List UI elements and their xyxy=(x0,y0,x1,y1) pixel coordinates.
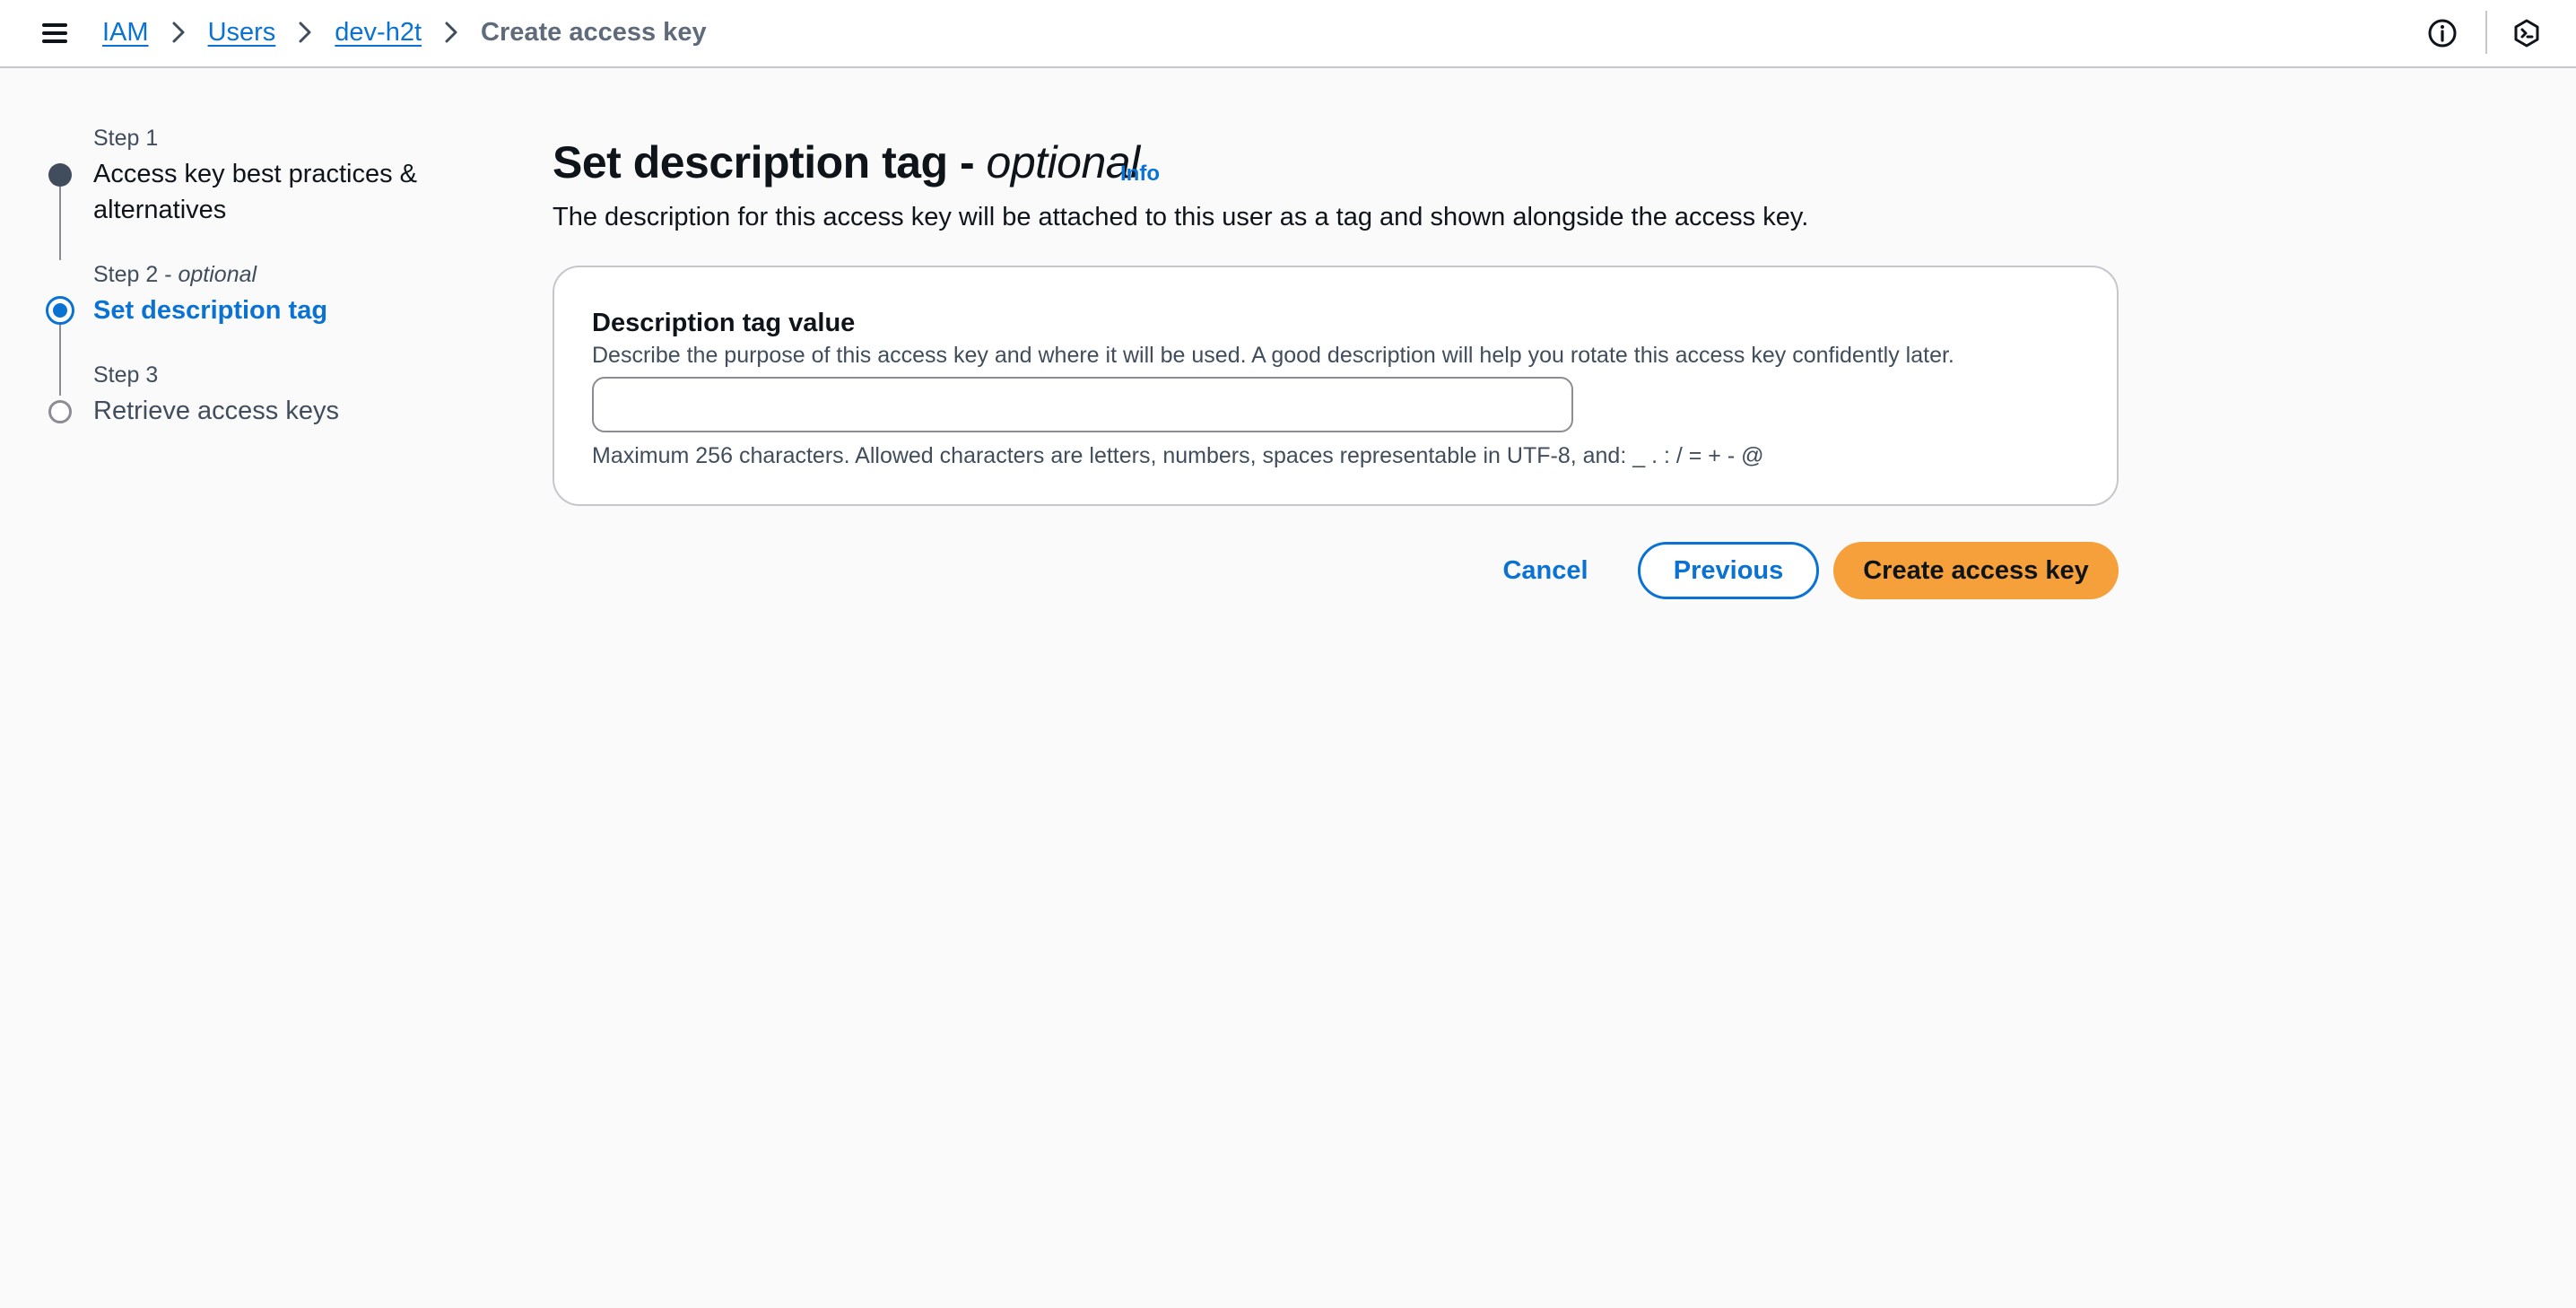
cancel-button[interactable]: Cancel xyxy=(1478,542,1613,599)
step-1-title[interactable]: Access key best practices & alternatives xyxy=(93,156,452,228)
step-2-label: Step 2 - optional xyxy=(93,262,257,287)
top-navigation-bar: IAM Users dev-h2t Create access key xyxy=(0,0,2576,68)
info-link[interactable]: Info xyxy=(1120,161,1160,187)
step-pending-dot-icon xyxy=(48,400,72,423)
hexagon-shell-icon[interactable] xyxy=(2511,18,2542,48)
step-2-title: Set description tag xyxy=(93,296,328,325)
chevron-right-icon xyxy=(170,21,187,44)
page-description: The description for this access key will… xyxy=(553,203,1809,231)
step-connector xyxy=(59,187,61,260)
hamburger-menu-icon[interactable] xyxy=(39,18,70,48)
description-tag-panel: Description tag value Describe the purpo… xyxy=(553,266,2119,506)
breadcrumb-link-users[interactable]: Users xyxy=(208,18,276,48)
step-3-title: Retrieve access keys xyxy=(93,397,339,425)
breadcrumb-link-iam[interactable]: IAM xyxy=(102,18,149,48)
chevron-right-icon xyxy=(297,21,313,44)
field-description: Describe the purpose of this access key … xyxy=(592,343,1954,368)
step-3-label: Step 3 xyxy=(93,362,159,388)
field-constraint-text: Maximum 256 characters. Allowed characte… xyxy=(592,443,1764,468)
page-title: Set description tag - optional xyxy=(553,137,1140,187)
create-access-key-button[interactable]: Create access key xyxy=(1833,542,2119,599)
info-circle-icon[interactable] xyxy=(2427,18,2458,48)
breadcrumb-link-user[interactable]: dev-h2t xyxy=(335,18,422,48)
step-1-label: Step 1 xyxy=(93,126,159,151)
breadcrumb: IAM Users dev-h2t Create access key xyxy=(102,0,707,65)
step-connector xyxy=(59,322,61,396)
step-active-dot-icon xyxy=(46,296,74,325)
step-completed-dot-icon xyxy=(48,163,72,187)
description-tag-input[interactable] xyxy=(592,377,1573,432)
field-label: Description tag value xyxy=(592,309,856,337)
previous-button[interactable]: Previous xyxy=(1638,542,1819,599)
chevron-right-icon xyxy=(443,21,459,44)
breadcrumb-current: Create access key xyxy=(481,17,707,47)
toolbar-divider xyxy=(2485,11,2487,54)
